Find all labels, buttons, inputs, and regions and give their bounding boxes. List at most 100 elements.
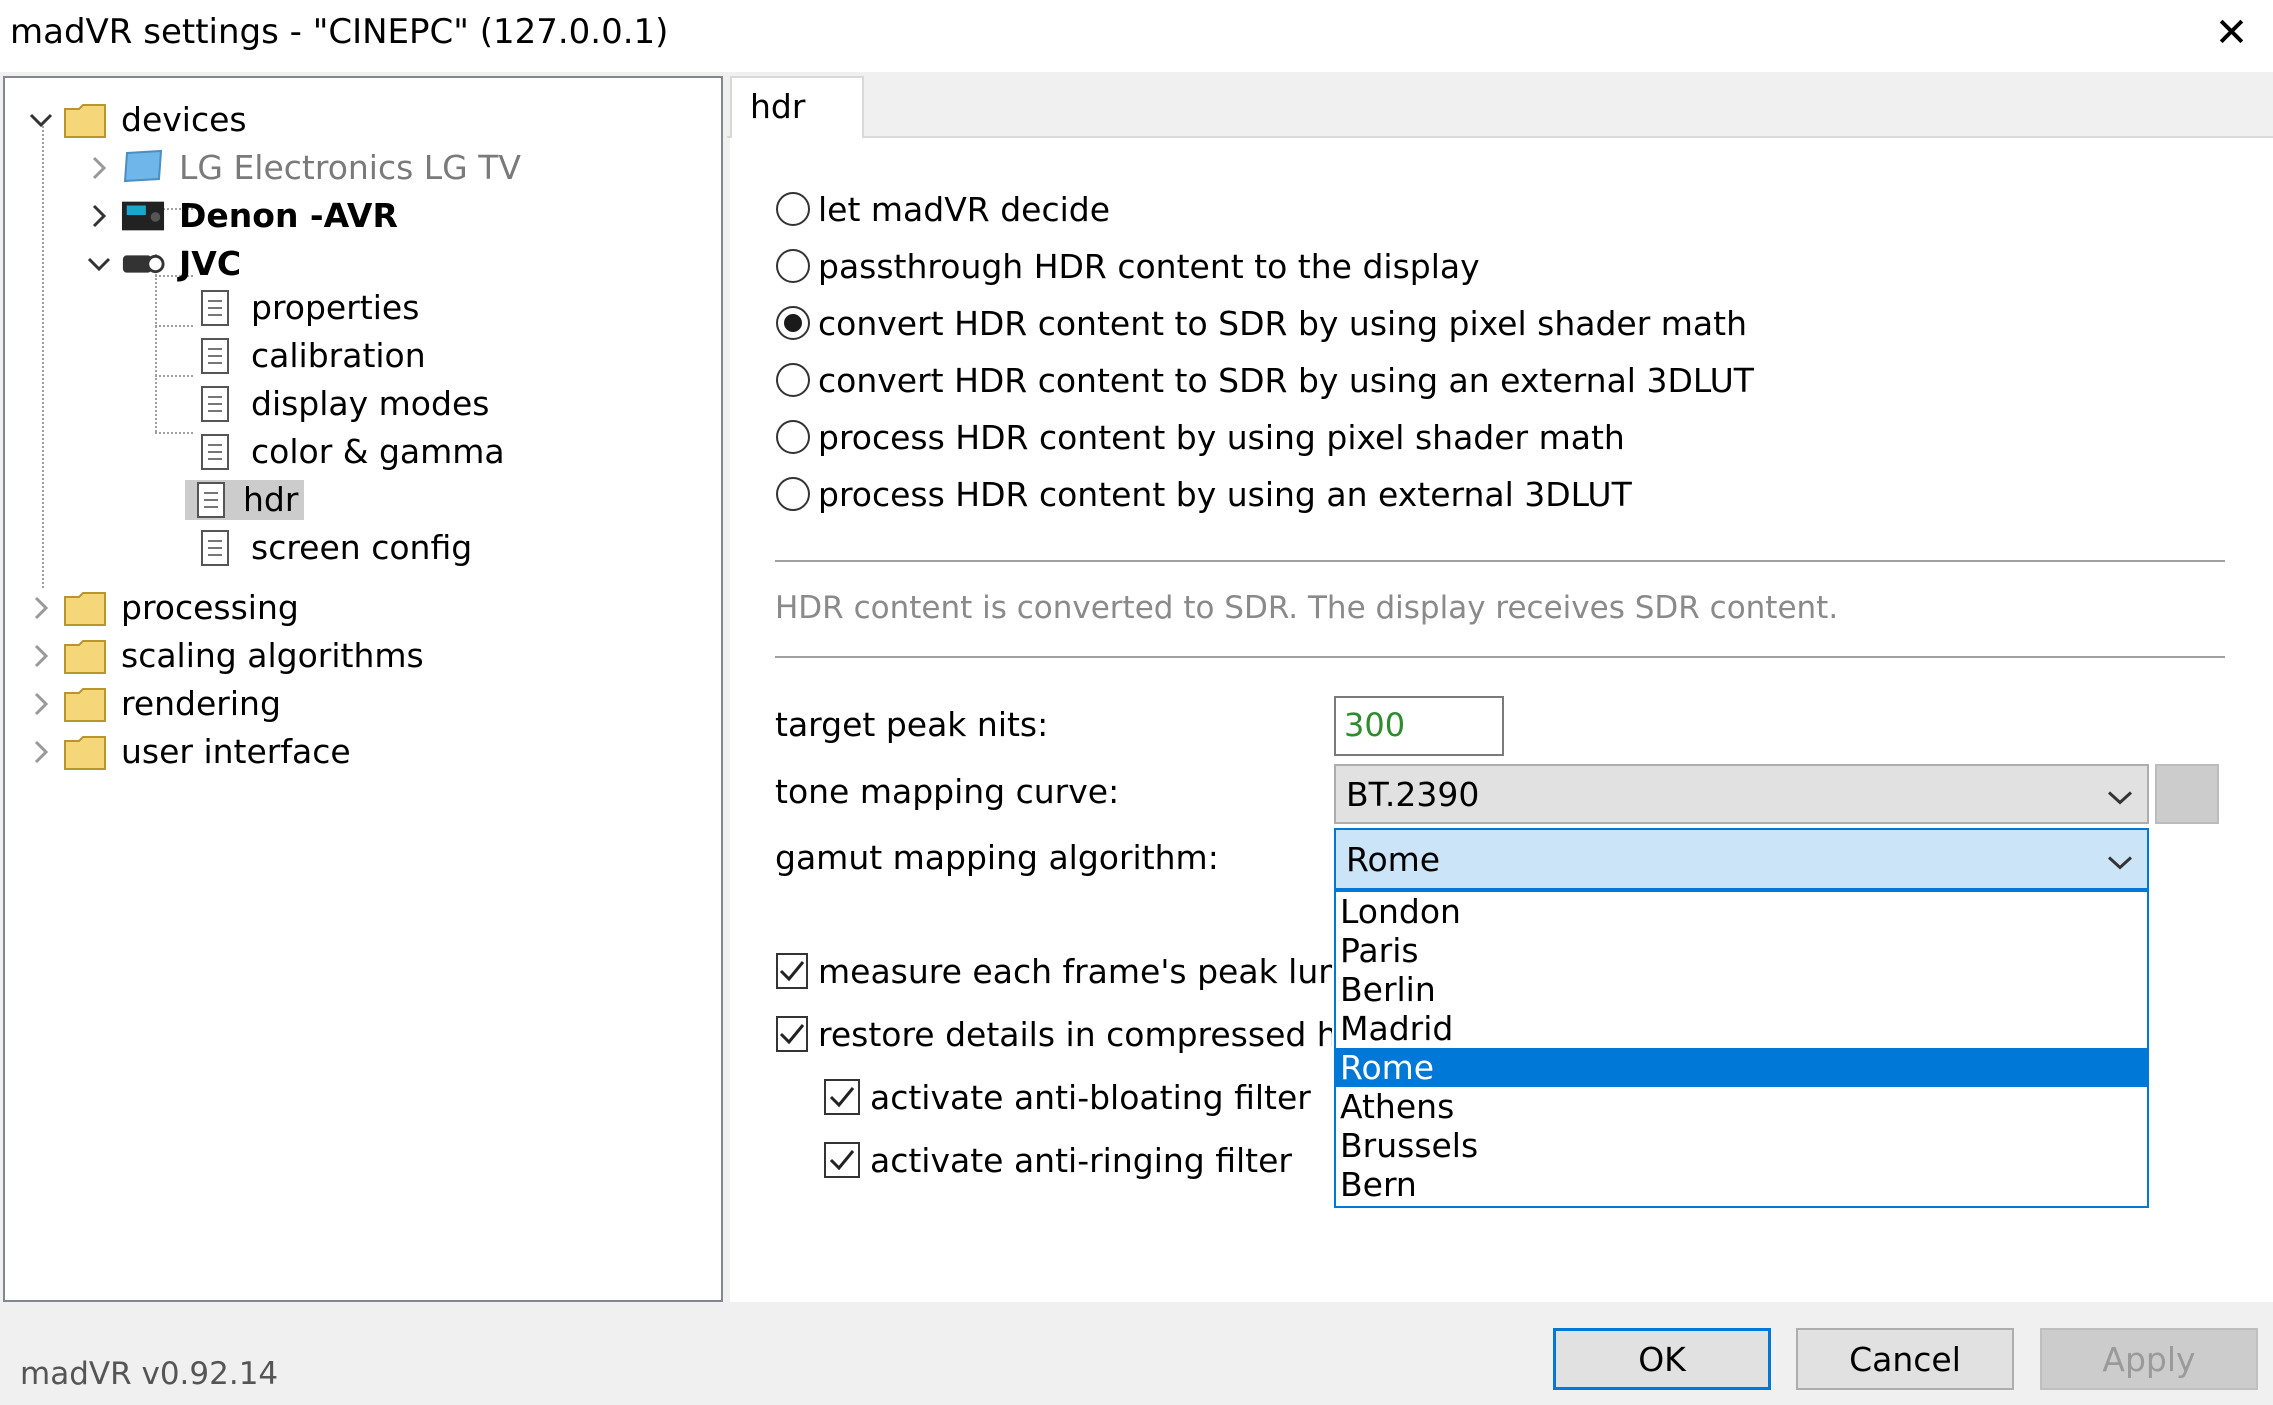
target-peak-nits-input[interactable]: 300 — [1334, 696, 1504, 756]
checkbox-checked[interactable] — [824, 1142, 860, 1178]
tree-label-jvc: JVC — [179, 244, 242, 283]
radio-process-hdr-3dlut[interactable]: process HDR content by using an external… — [776, 471, 1632, 517]
checkbox-checked[interactable] — [776, 953, 808, 989]
tree-label-user-interface: user interface — [121, 732, 351, 771]
chevron-right-icon[interactable] — [25, 688, 57, 720]
page-icon — [185, 480, 237, 520]
radio-label: let madVR decide — [818, 189, 1111, 229]
projector-icon — [121, 244, 165, 284]
page-icon — [193, 288, 237, 328]
checkbox-restore-details[interactable]: restore details in compressed highlights — [776, 1011, 1332, 1057]
radio-button-selected[interactable] — [776, 306, 810, 340]
radio-button[interactable] — [776, 420, 810, 454]
version-label: madVR v0.92.14 — [20, 1356, 279, 1392]
gamut-mapping-select[interactable]: Rome — [1334, 828, 2149, 890]
tv-icon — [121, 148, 165, 188]
chevron-down-icon[interactable] — [25, 104, 57, 136]
dropdown-option-madrid[interactable]: Madrid — [1336, 1009, 2147, 1048]
chevron-right-icon[interactable] — [25, 736, 57, 768]
page-icon — [193, 384, 237, 424]
tree-item-hdr[interactable]: hdr — [185, 478, 305, 522]
tree-item-processing[interactable]: processing — [25, 586, 305, 630]
tree-label-properties: properties — [251, 288, 420, 327]
tree-label-rendering: rendering — [121, 684, 281, 723]
radio-label: convert HDR content to SDR by using pixe… — [818, 303, 1747, 343]
folder-icon — [63, 100, 107, 140]
dropdown-option-berlin[interactable]: Berlin — [1336, 970, 2147, 1009]
separator — [775, 656, 2225, 658]
tree-label-hdr: hdr — [237, 480, 305, 520]
apply-button[interactable]: Apply — [2040, 1328, 2258, 1390]
tree-item-screen-config[interactable]: screen config — [193, 526, 478, 570]
chevron-right-icon[interactable] — [83, 200, 115, 232]
tab-strip — [727, 136, 2273, 138]
cancel-button[interactable]: Cancel — [1796, 1328, 2014, 1390]
chevron-down-icon[interactable] — [83, 248, 115, 280]
chevron-right-icon[interactable] — [83, 152, 115, 184]
folder-icon — [63, 732, 107, 772]
dropdown-option-brussels[interactable]: Brussels — [1336, 1126, 2147, 1165]
radio-label: process HDR content by using an external… — [818, 474, 1632, 514]
radio-label: convert HDR content to SDR by using an e… — [818, 360, 1754, 400]
tone-curve-options-button[interactable] — [2155, 764, 2219, 824]
dropdown-option-paris[interactable]: Paris — [1336, 931, 2147, 970]
tree-label-scaling: scaling algorithms — [121, 636, 424, 675]
folder-icon — [63, 588, 107, 628]
close-icon: ✕ — [2214, 10, 2249, 56]
checkbox-measure-peak[interactable]: measure each frame's peak luminance — [776, 948, 1332, 994]
dropdown-option-london[interactable]: London — [1336, 892, 2147, 931]
checkbox-checked[interactable] — [776, 1016, 808, 1052]
folder-icon — [63, 684, 107, 724]
checkbox-checked[interactable] — [824, 1079, 860, 1115]
target-peak-nits-label: target peak nits: — [775, 705, 1049, 744]
tree-label-denon: Denon -AVR — [179, 196, 398, 235]
checkbox-anti-ringing[interactable]: activate anti-ringing filter — [824, 1137, 1332, 1183]
radio-process-hdr-shader[interactable]: process HDR content by using pixel shade… — [776, 414, 1625, 460]
radio-let-madvr-decide[interactable]: let madVR decide — [776, 186, 1110, 232]
page-icon — [193, 432, 237, 472]
tree-item-display-modes[interactable]: display modes — [193, 382, 495, 426]
tree-label-screen-config: screen config — [251, 528, 473, 567]
checkbox-label: restore details in compressed highlights — [818, 1014, 1332, 1054]
radio-label: passthrough HDR content to the display — [818, 246, 1480, 286]
gamut-mapping-label: gamut mapping algorithm: — [775, 838, 1219, 877]
dropdown-option-bern[interactable]: Bern — [1336, 1165, 2147, 1204]
radio-convert-sdr-3dlut[interactable]: convert HDR content to SDR by using an e… — [776, 357, 1754, 403]
ok-button[interactable]: OK — [1553, 1328, 1771, 1390]
tree-item-calibration[interactable]: calibration — [193, 334, 432, 378]
chevron-right-icon[interactable] — [25, 640, 57, 672]
chevron-right-icon[interactable] — [25, 592, 57, 624]
checkbox-anti-bloating[interactable]: activate anti-bloating filter — [824, 1074, 1332, 1120]
tree-item-scaling[interactable]: scaling algorithms — [25, 634, 430, 678]
gamut-mapping-value: Rome — [1346, 839, 1441, 879]
radio-convert-sdr-shader[interactable]: convert HDR content to SDR by using pixe… — [776, 300, 1747, 346]
radio-button[interactable] — [776, 249, 810, 283]
dropdown-option-rome[interactable]: Rome — [1336, 1048, 2147, 1087]
tab-hdr[interactable]: hdr — [730, 76, 864, 138]
tree-item-rendering[interactable]: rendering — [25, 682, 287, 726]
radio-button[interactable] — [776, 363, 810, 397]
radio-button[interactable] — [776, 192, 810, 226]
radio-passthrough-hdr[interactable]: passthrough HDR content to the display — [776, 243, 1480, 289]
tree-item-jvc[interactable]: JVC — [83, 242, 247, 286]
checkbox-label: activate anti-bloating filter — [870, 1077, 1311, 1117]
radio-label: process HDR content by using pixel shade… — [818, 417, 1625, 457]
checkbox-label: activate anti-ringing filter — [870, 1140, 1292, 1180]
radio-button[interactable] — [776, 477, 810, 511]
chevron-down-icon — [2107, 775, 2133, 814]
tone-mapping-curve-select[interactable]: BT.2390 — [1334, 764, 2149, 824]
dropdown-option-athens[interactable]: Athens — [1336, 1087, 2147, 1126]
window-title: madVR settings - "CINEPC" (127.0.0.1) — [10, 12, 669, 52]
page-icon — [193, 528, 237, 568]
hdr-mode-description: HDR content is converted to SDR. The dis… — [775, 590, 1839, 626]
tree-item-denon[interactable]: Denon -AVR — [83, 194, 404, 238]
tree-label-calibration: calibration — [251, 336, 426, 375]
close-button[interactable]: ✕ — [2190, 0, 2273, 66]
tree-item-user-interface[interactable]: user interface — [25, 730, 357, 774]
tree-item-devices[interactable]: devices — [25, 98, 253, 142]
tree-label-color-gamma: color & gamma — [251, 432, 505, 471]
tree-item-color-gamma[interactable]: color & gamma — [193, 430, 511, 474]
page-icon — [193, 336, 237, 376]
tree-item-lg-tv[interactable]: LG Electronics LG TV — [83, 146, 527, 190]
tree-item-properties[interactable]: properties — [193, 286, 425, 330]
